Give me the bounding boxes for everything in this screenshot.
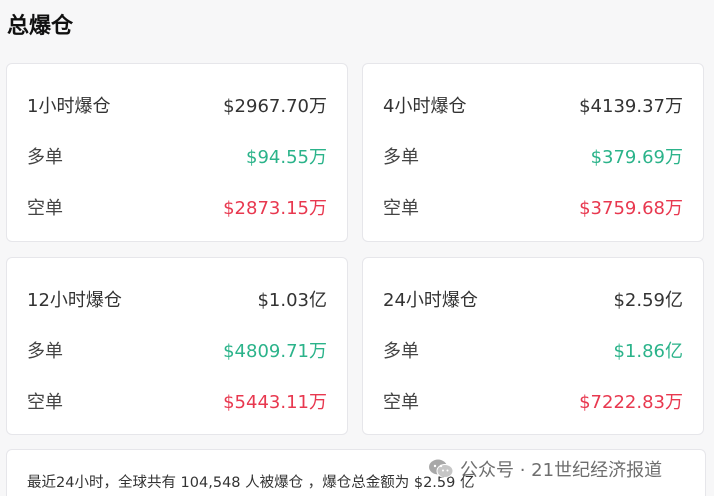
total-value: $4139.37万 xyxy=(579,96,683,117)
period-label: 12小时爆仓 xyxy=(27,290,122,311)
short-value: $2873.15万 xyxy=(223,198,327,219)
short-label: 空单 xyxy=(27,392,63,413)
card-1h-long: 多单 $94.55万 xyxy=(27,142,327,170)
card-24h-header: 24小时爆仓 $2.59亿 xyxy=(383,285,683,313)
long-value: $379.69万 xyxy=(590,147,683,168)
liquidation-page: 总爆仓 1小时爆仓 $2967.70万 多单 $94.55万 空单 $2873.… xyxy=(0,0,714,496)
short-value: $7222.83万 xyxy=(579,392,683,413)
watermark: 公众号 · 21世纪经济报道 xyxy=(428,456,662,482)
card-24h: 24小时爆仓 $2.59亿 多单 $1.86亿 空单 $7222.83万 xyxy=(362,257,704,435)
card-24h-long: 多单 $1.86亿 xyxy=(383,336,683,364)
card-4h-long: 多单 $379.69万 xyxy=(383,142,683,170)
card-12h: 12小时爆仓 $1.03亿 多单 $4809.71万 空单 $5443.11万 xyxy=(6,257,348,435)
card-24h-short: 空单 $7222.83万 xyxy=(383,387,683,415)
card-1h: 1小时爆仓 $2967.70万 多单 $94.55万 空单 $2873.15万 xyxy=(6,63,348,242)
card-12h-long: 多单 $4809.71万 xyxy=(27,336,327,364)
total-value: $2.59亿 xyxy=(613,290,683,311)
card-1h-short: 空单 $2873.15万 xyxy=(27,193,327,221)
short-label: 空单 xyxy=(383,392,419,413)
page-title: 总爆仓 xyxy=(7,14,74,39)
short-value: $3759.68万 xyxy=(579,198,683,219)
long-label: 多单 xyxy=(383,341,419,362)
total-value: $2967.70万 xyxy=(223,96,327,117)
long-value: $4809.71万 xyxy=(223,341,327,362)
long-label: 多单 xyxy=(27,147,63,168)
long-value: $94.55万 xyxy=(246,147,327,168)
card-1h-header: 1小时爆仓 $2967.70万 xyxy=(27,91,327,119)
long-value: $1.86亿 xyxy=(613,341,683,362)
short-label: 空单 xyxy=(27,198,63,219)
long-label: 多单 xyxy=(27,341,63,362)
card-4h: 4小时爆仓 $4139.37万 多单 $379.69万 空单 $3759.68万 xyxy=(362,63,704,242)
card-4h-short: 空单 $3759.68万 xyxy=(383,193,683,221)
card-12h-short: 空单 $5443.11万 xyxy=(27,387,327,415)
total-value: $1.03亿 xyxy=(257,290,327,311)
long-label: 多单 xyxy=(383,147,419,168)
card-12h-header: 12小时爆仓 $1.03亿 xyxy=(27,285,327,313)
summary-text: 最近24小时，全球共有 104,548 人被爆仓 ，爆仓总金额为 $2.59 亿 xyxy=(27,475,475,491)
short-label: 空单 xyxy=(383,198,419,219)
watermark-text: 公众号 · 21世纪经济报道 xyxy=(460,460,663,481)
wechat-icon xyxy=(428,458,454,480)
short-value: $5443.11万 xyxy=(223,392,327,413)
card-4h-header: 4小时爆仓 $4139.37万 xyxy=(383,91,683,119)
period-label: 24小时爆仓 xyxy=(383,290,478,311)
period-label: 4小时爆仓 xyxy=(383,96,467,117)
period-label: 1小时爆仓 xyxy=(27,96,111,117)
